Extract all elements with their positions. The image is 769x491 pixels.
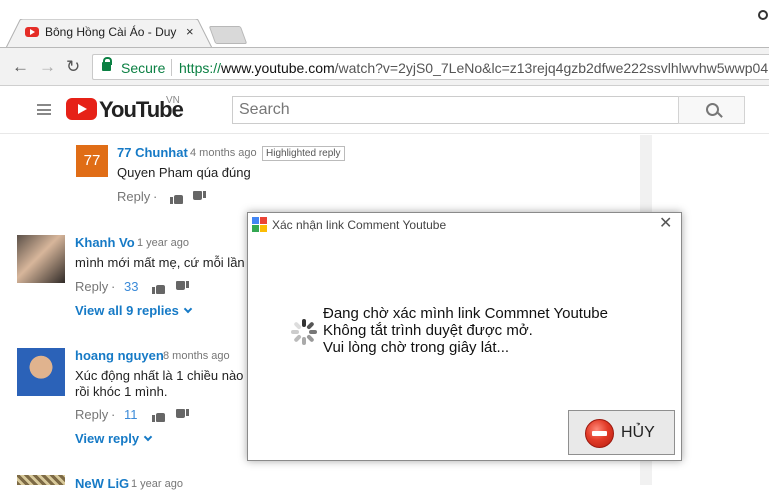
comment-text: mình mới mất mẹ, cứ mỗi lần n: [75, 255, 256, 270]
reply-button[interactable]: Reply: [117, 189, 150, 204]
new-tab-button[interactable]: [208, 26, 248, 44]
cancel-label: HỦY: [621, 424, 655, 441]
comment-text-line2: rồi khóc 1 mình.: [75, 384, 168, 399]
comment-time[interactable]: 1 year ago: [131, 478, 183, 490]
dialog-message: Đang chờ xác mình link Commnet Youtube K…: [323, 305, 608, 356]
separator-dot: ·: [111, 407, 116, 422]
close-icon[interactable]: ✕: [659, 216, 672, 232]
search-input[interactable]: [232, 96, 679, 124]
confirm-dialog: Xác nhận link Comment Youtube ✕ Đang chờ…: [247, 212, 682, 461]
avatar[interactable]: [17, 235, 65, 283]
comment-time[interactable]: 8 months ago: [163, 350, 230, 362]
reply-button[interactable]: Reply: [75, 279, 108, 294]
loading-spinner-icon: [291, 319, 317, 345]
browser-toolbar: ← → ↻ Secure https://www.youtube.com/wat…: [0, 47, 769, 86]
app-icon: [252, 217, 267, 232]
avatar[interactable]: 77: [76, 145, 108, 177]
view-reply-link[interactable]: View reply: [75, 431, 153, 446]
avatar[interactable]: [17, 348, 65, 396]
avatar[interactable]: [17, 475, 65, 485]
like-icon[interactable]: [152, 282, 165, 294]
cancel-button[interactable]: HỦY: [568, 410, 675, 455]
address-separator: [171, 59, 172, 76]
url-scheme: https://: [179, 60, 222, 76]
forward-button[interactable]: →: [39, 58, 56, 76]
like-icon[interactable]: [170, 192, 183, 204]
youtube-logo-icon[interactable]: [66, 98, 97, 120]
like-icon[interactable]: [152, 410, 165, 422]
dialog-title: Xác nhận link Comment Youtube: [272, 218, 447, 232]
back-button[interactable]: ←: [12, 58, 29, 76]
chevron-down-icon: [183, 304, 193, 314]
comment-author[interactable]: 77 Chunhat: [117, 145, 188, 160]
comment-author[interactable]: Khanh Vo: [75, 235, 135, 250]
chevron-down-icon: [143, 432, 153, 442]
dislike-icon[interactable]: [176, 409, 189, 421]
dislike-icon[interactable]: [193, 191, 206, 203]
comment-author[interactable]: hoang nguyen: [75, 348, 164, 363]
highlighted-badge: Highlighted reply: [262, 146, 345, 161]
like-count: 33: [124, 279, 139, 294]
search-button[interactable]: [678, 96, 745, 124]
view-reply-label: View reply: [75, 431, 140, 446]
browser-tabstrip: Bông Hồng Cài Áo - Duy ×: [0, 0, 769, 48]
separator-dot: ·: [153, 189, 158, 204]
message-line-1: Đang chờ xác mình link Commnet Youtube: [323, 305, 608, 322]
comment-text: Quyen Pham qúa đúng: [117, 165, 251, 180]
comment-time[interactable]: 4 months ago: [190, 147, 257, 159]
url-path: /watch?v=2yjS0_7LeNo&lc=z13rejq4gzb2dfwe…: [334, 60, 769, 76]
region-label: VN: [166, 95, 180, 106]
comment-author[interactable]: NeW LiG: [75, 476, 129, 491]
menu-icon[interactable]: [37, 104, 51, 115]
cancel-icon: [585, 419, 614, 448]
comment-text-line1: Xúc động nhất là 1 chiều nào c: [75, 368, 254, 383]
youtube-favicon-icon: [25, 27, 39, 37]
address-bar[interactable]: Secure https://www.youtube.com/watch?v=2…: [92, 54, 769, 80]
dislike-icon[interactable]: [176, 281, 189, 293]
like-count: 11: [124, 407, 138, 422]
tab-close-icon[interactable]: ×: [186, 25, 194, 39]
message-line-2: Không tắt trình duyệt được mở.: [323, 322, 533, 339]
separator-dot: ·: [111, 279, 116, 294]
view-replies-link[interactable]: View all 9 replies: [75, 303, 193, 318]
dialog-titlebar[interactable]: Xác nhận link Comment Youtube ✕: [248, 213, 681, 239]
url-host: www.youtube.com: [221, 60, 335, 76]
comment-time[interactable]: 1 year ago: [137, 237, 189, 249]
secure-label[interactable]: Secure: [121, 60, 165, 76]
youtube-header: YouTube VN: [0, 86, 769, 134]
reply-button[interactable]: Reply: [75, 407, 108, 422]
message-line-3: Vui lòng chờ trong giây lát...: [323, 339, 510, 356]
tab-title: Bông Hồng Cài Áo - Duy: [45, 25, 177, 39]
reload-button[interactable]: ↻: [66, 58, 80, 76]
view-replies-label: View all 9 replies: [75, 303, 179, 318]
url-text[interactable]: https://www.youtube.com/watch?v=2yjS0_7L…: [179, 60, 768, 76]
lock-icon[interactable]: [102, 57, 112, 71]
